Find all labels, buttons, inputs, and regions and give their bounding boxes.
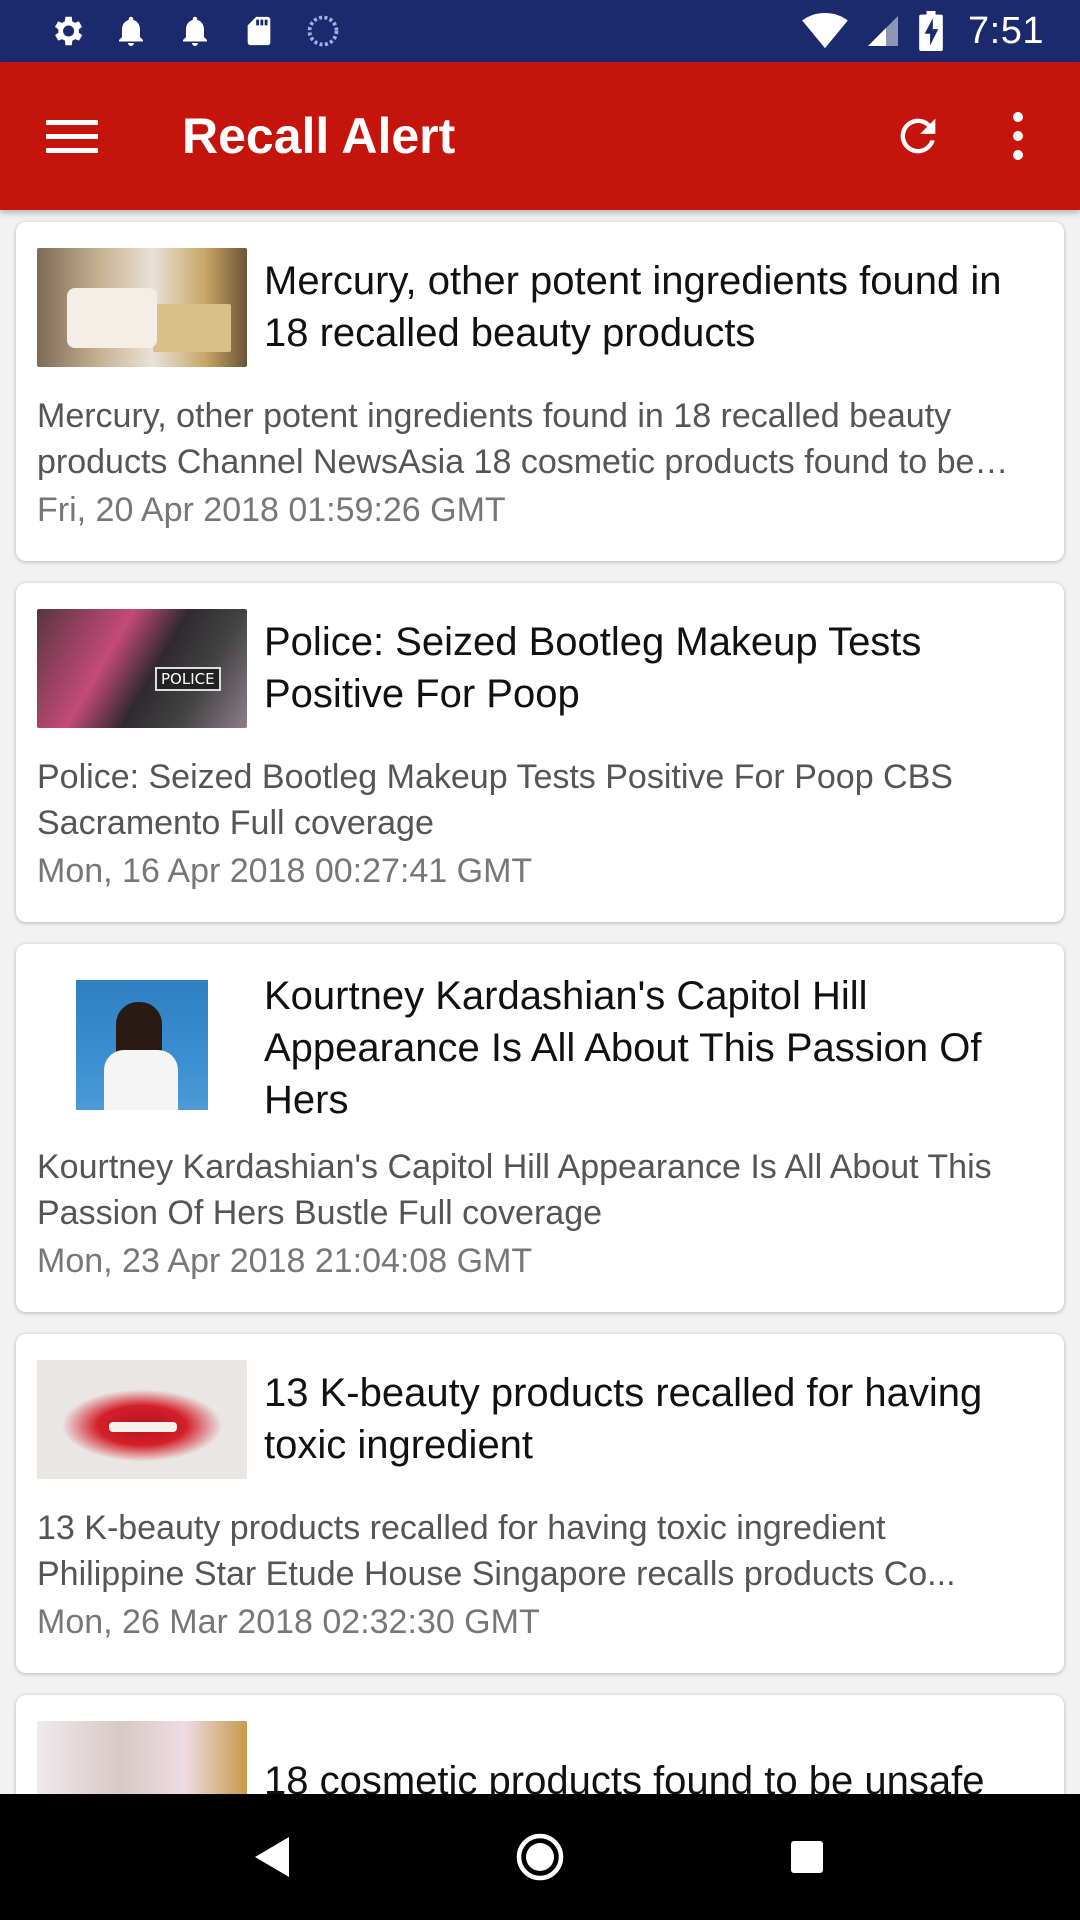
app-title: Recall Alert — [182, 108, 456, 164]
gear-icon — [48, 12, 86, 50]
more-options-icon[interactable] — [998, 106, 1038, 166]
article-headline: 13 K-beauty products recalled for having… — [264, 1371, 983, 1467]
battery-charging-icon — [918, 11, 944, 51]
article-thumbnail: POLICE — [37, 609, 247, 728]
article-card[interactable]: 18 cosmetic products found to be unsafe — [16, 1695, 1064, 1794]
article-date: Fri, 20 Apr 2018 01:59:26 GMT — [37, 491, 506, 529]
status-bar: 7:51 — [0, 0, 1080, 62]
article-card[interactable]: Kourtney Kardashian's Capitol Hill Appea… — [16, 944, 1064, 1312]
hamburger-menu-icon[interactable] — [46, 110, 98, 162]
article-date: Mon, 16 Apr 2018 00:27:41 GMT — [37, 852, 533, 890]
article-description: 13 K-beauty products recalled for having… — [37, 1509, 956, 1593]
app-bar: Recall Alert — [0, 62, 1080, 210]
sd-card-icon — [240, 12, 278, 50]
system-icons: 7:51 — [802, 10, 1044, 53]
app-bar-actions — [888, 106, 1080, 166]
article-card[interactable]: 13 K-beauty products recalled for having… — [16, 1334, 1064, 1673]
cell-signal-icon — [864, 12, 902, 50]
article-thumbnail-wrapper — [37, 970, 247, 1110]
home-icon[interactable] — [505, 1822, 575, 1892]
article-thumbnail — [37, 248, 247, 367]
article-headline: Police: Seized Bootleg Makeup Tests Posi… — [264, 620, 922, 716]
notification-icons — [48, 12, 342, 50]
thumbnail-text: POLICE — [155, 667, 221, 691]
back-icon[interactable] — [238, 1822, 308, 1892]
recents-icon[interactable] — [772, 1822, 842, 1892]
article-description: Police: Seized Bootleg Makeup Tests Posi… — [37, 758, 953, 842]
article-thumbnail — [76, 980, 208, 1110]
system-nav-bar — [0, 1794, 1080, 1920]
article-card[interactable]: POLICE Police: Seized Bootleg Makeup Tes… — [16, 583, 1064, 922]
article-date: Mon, 23 Apr 2018 21:04:08 GMT — [37, 1242, 533, 1280]
article-description: Kourtney Kardashian's Capitol Hill Appea… — [37, 1148, 992, 1232]
news-feed[interactable]: Mercury, other potent ingredients found … — [0, 210, 1080, 1794]
article-headline: Kourtney Kardashian's Capitol Hill Appea… — [264, 974, 982, 1122]
article-headline: 18 cosmetic products found to be unsafe — [264, 1759, 985, 1794]
refresh-icon[interactable] — [888, 106, 948, 166]
bell-icon — [112, 12, 150, 50]
article-card[interactable]: Mercury, other potent ingredients found … — [16, 222, 1064, 561]
article-thumbnail — [37, 1721, 247, 1794]
article-date: Mon, 26 Mar 2018 02:32:30 GMT — [37, 1603, 540, 1641]
article-headline: Mercury, other potent ingredients found … — [264, 259, 1002, 355]
status-clock: 7:51 — [968, 9, 1044, 52]
bell-icon — [176, 12, 214, 50]
article-thumbnail — [37, 1360, 247, 1479]
article-description: Mercury, other potent ingredients found … — [37, 397, 975, 481]
wifi-icon — [802, 12, 848, 50]
sync-icon — [304, 12, 342, 50]
